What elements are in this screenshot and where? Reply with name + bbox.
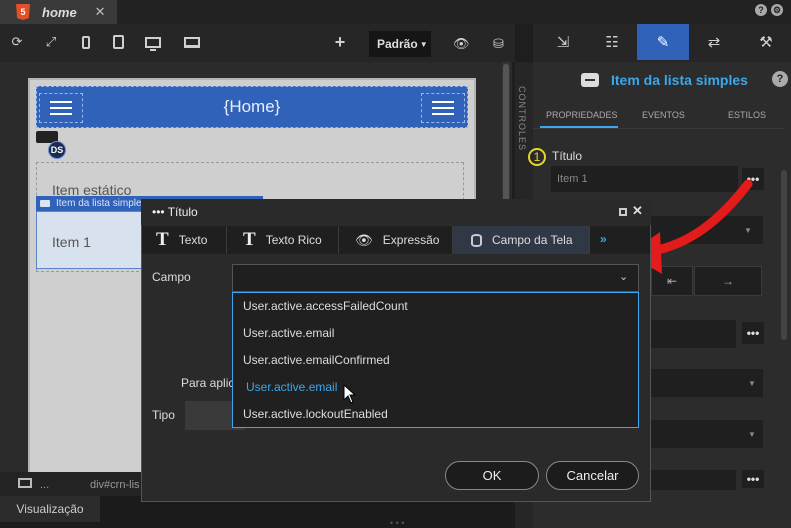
property-select-4[interactable]: [651, 420, 763, 448]
selected-component-label: Item da lista simples: [56, 198, 147, 209]
help-icon[interactable]: ?: [755, 4, 767, 16]
properties-scrollbar[interactable]: [781, 170, 787, 340]
tipo-label: Tipo: [152, 408, 175, 422]
wide-monitor-icon: [184, 36, 200, 48]
property-more-button-2[interactable]: •••: [742, 322, 764, 344]
edit-pencil-icon[interactable]: ✎: [637, 24, 689, 60]
device-select-value: Padrão: [377, 37, 418, 51]
tab-expressao[interactable]: 👁 Expressão: [339, 226, 453, 254]
tab-texto-rico[interactable]: T Texto Rico: [227, 226, 339, 254]
chevron-down-icon[interactable]: ⌄: [619, 270, 628, 283]
list-item-icon: [40, 200, 50, 207]
tree-icon[interactable]: ☷: [586, 24, 638, 60]
tab-estilos[interactable]: ESTILOS: [728, 110, 766, 120]
rich-text-T-icon: T: [243, 229, 256, 250]
campo-select[interactable]: [232, 264, 639, 292]
tab-texto[interactable]: T Texto: [142, 226, 227, 254]
large-desktop-device-button[interactable]: [184, 34, 200, 50]
desktop-device-button[interactable]: [145, 34, 161, 51]
text-T-icon: T: [156, 229, 169, 250]
ok-button[interactable]: OK: [445, 461, 539, 490]
eye-icon: 👁: [355, 231, 373, 248]
database-icon[interactable]: ⛁: [493, 36, 504, 52]
help-icon[interactable]: ?: [772, 71, 788, 87]
chevron-down-icon: ▼: [748, 379, 756, 388]
monitor-icon: [145, 36, 161, 51]
dropdown-option-hovered[interactable]: User.active.email: [246, 380, 337, 394]
resize-handle[interactable]: • • •: [390, 518, 404, 528]
hide-eye-icon[interactable]: 👁: [453, 36, 470, 52]
add-icon[interactable]: +: [332, 32, 348, 52]
more-tabs-icon[interactable]: »: [600, 232, 607, 246]
titulo-label: Título: [552, 149, 583, 163]
campo-label: Campo: [152, 270, 191, 284]
tab-propriedades[interactable]: PROPRIEDADES: [546, 110, 618, 120]
phone-icon: [82, 35, 90, 49]
tab-expressao-label: Expressão: [382, 233, 440, 247]
screen-icon[interactable]: [18, 478, 32, 488]
datasource-badge[interactable]: DS: [36, 131, 66, 159]
cancel-button[interactable]: Cancelar: [546, 461, 639, 490]
list-item-component-icon: [581, 73, 599, 87]
refresh-icon[interactable]: ⟳: [9, 34, 25, 50]
swap-icon[interactable]: ⇄: [688, 24, 740, 60]
dialog-header[interactable]: [141, 199, 651, 225]
dropdown-option[interactable]: User.active.emailConfirmed: [243, 353, 390, 367]
datasource-icon: DS: [48, 141, 66, 159]
dropdown-option[interactable]: User.active.accessFailedCount: [243, 299, 408, 313]
tab-eventos[interactable]: EVENTOS: [642, 110, 685, 120]
controls-side-label[interactable]: CONTROLES: [517, 86, 527, 151]
dropdown-option[interactable]: User.active.lockoutEnabled: [243, 407, 388, 421]
tab-campo-da-tela[interactable]: Campo da Tela: [453, 226, 590, 254]
window-controls: ? ⚙: [755, 4, 783, 16]
mouse-pointer-icon: [343, 384, 357, 404]
tools-icon[interactable]: ⚒: [740, 24, 791, 60]
tab-divider: [533, 128, 783, 129]
tab-home[interactable]: 5 home ✕: [0, 0, 117, 24]
dropdown-option[interactable]: User.active.email: [243, 326, 334, 340]
app-header-title: {Home}: [223, 97, 281, 116]
tab-visualizacao[interactable]: Visualização: [0, 496, 100, 522]
tab-texto-rico-label: Texto Rico: [265, 233, 322, 247]
tab-texto-label: Texto: [178, 233, 208, 247]
path-ellipsis[interactable]: ...: [40, 479, 49, 491]
app-header-bar[interactable]: {Home}: [36, 86, 468, 128]
aplicar-label: Para aplic: [181, 376, 235, 390]
tab-close-icon[interactable]: ✕: [95, 4, 106, 20]
list-item-1-label: Item 1: [52, 234, 91, 250]
close-icon[interactable]: ✕: [632, 203, 643, 219]
property-select-3[interactable]: [651, 369, 763, 397]
editor-tab-bar: [0, 0, 791, 24]
maximize-icon[interactable]: [619, 208, 627, 216]
chevron-down-icon: ▼: [748, 430, 756, 439]
right-hamburger-icon[interactable]: [421, 93, 465, 123]
database-icon: [471, 233, 482, 247]
step-badge: 1: [528, 148, 546, 166]
tab-campo-da-tela-label: Campo da Tela: [492, 233, 573, 247]
phone-device-button[interactable]: [78, 34, 94, 50]
property-input-5[interactable]: [651, 470, 736, 490]
property-input-2[interactable]: [651, 320, 736, 348]
active-tab-indicator: [540, 126, 618, 128]
property-more-button-5[interactable]: •••: [742, 470, 764, 488]
tab-home-title: home: [42, 4, 77, 20]
device-select[interactable]: Padrão ▼: [369, 31, 431, 57]
component-title: Item da lista simples: [611, 72, 748, 88]
html5-icon: 5: [16, 4, 30, 20]
dialog-title: ••• Título: [152, 205, 198, 219]
path-segment[interactable]: div#crn-lis: [90, 479, 140, 491]
chevron-down-icon: ▼: [419, 39, 428, 49]
settings-icon[interactable]: ⚙: [771, 4, 783, 16]
tablet-device-button[interactable]: [110, 34, 126, 50]
fullscreen-icon[interactable]: ⤢: [43, 34, 59, 50]
tablet-icon: [112, 35, 124, 49]
import-icon[interactable]: ⇲: [537, 24, 589, 60]
